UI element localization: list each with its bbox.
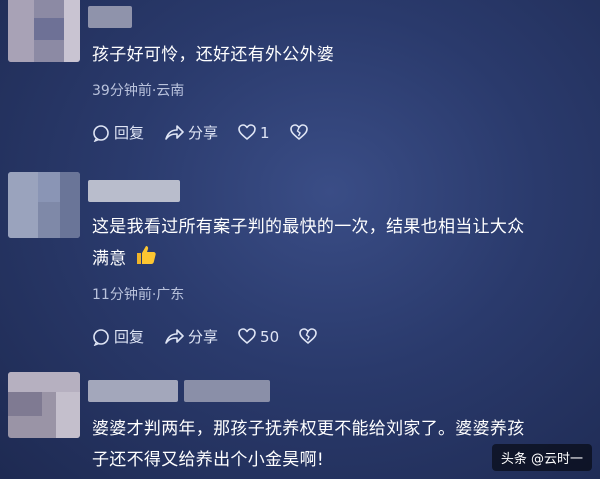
- watermark: 头条 @云时一: [491, 444, 592, 471]
- comment-text-line-2-text: 满意: [92, 249, 127, 269]
- share-arrow-icon: [165, 328, 184, 344]
- broken-heart-icon: [299, 328, 317, 344]
- comment-text-line-1: 婆婆才判两年，那孩子抚养权更不能给刘家了。婆婆养孩: [92, 419, 525, 439]
- share-label: 分享: [188, 124, 219, 142]
- share-label: 分享: [188, 328, 219, 346]
- like-count: 1: [260, 123, 270, 142]
- comment-text-line-1: 这是我看过所有案子判的最快的一次，结果也相当让大众: [92, 217, 525, 237]
- like-button[interactable]: 1: [238, 124, 270, 142]
- share-arrow-icon: [165, 124, 184, 140]
- heart-icon: [238, 328, 256, 344]
- username-blurred[interactable]: [88, 6, 132, 28]
- comment-text-line-2: 满意: [92, 243, 158, 278]
- dislike-button[interactable]: [289, 124, 312, 141]
- comment-bubble-icon: [93, 328, 109, 346]
- username-blurred[interactable]: [88, 380, 178, 402]
- comment-text: 孩子好可怜，还好还有外公外婆: [92, 45, 335, 65]
- comment-actions: 回复 分享 50: [92, 326, 341, 347]
- comment-meta: 11分钟前·广东: [92, 287, 185, 303]
- share-button[interactable]: 分享: [164, 122, 218, 143]
- reply-button[interactable]: 回复: [92, 122, 144, 143]
- avatar[interactable]: [8, 0, 80, 62]
- thumbs-up-icon: [134, 243, 158, 278]
- like-button[interactable]: 50: [238, 328, 279, 346]
- comment-meta: 39分钟前·云南: [92, 83, 185, 99]
- reply-label: 回复: [114, 124, 145, 142]
- avatar[interactable]: [8, 172, 80, 238]
- comment-text-line-2: 子还不得又给养出个小金昊啊!: [92, 450, 325, 470]
- heart-icon: [238, 124, 256, 140]
- reply-button[interactable]: 回复: [92, 326, 144, 347]
- share-button[interactable]: 分享: [164, 326, 218, 347]
- reply-label: 回复: [114, 328, 145, 346]
- username-blurred-extra: [184, 380, 270, 402]
- comment-bubble-icon: [93, 124, 109, 142]
- avatar[interactable]: [8, 372, 80, 438]
- like-count: 50: [260, 327, 280, 346]
- dislike-button[interactable]: [299, 328, 321, 345]
- username-blurred[interactable]: [88, 180, 180, 202]
- comment-actions: 回复 分享 1: [92, 122, 332, 143]
- broken-heart-icon: [289, 124, 308, 140]
